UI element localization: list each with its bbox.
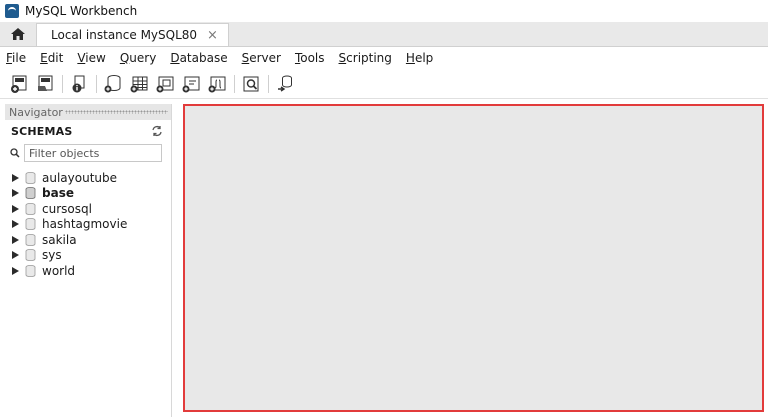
menu-scripting[interactable]: Scripting bbox=[333, 51, 398, 65]
database-icon bbox=[25, 187, 36, 200]
main-toolbar bbox=[0, 69, 768, 99]
schema-name: base bbox=[42, 186, 74, 201]
connection-tab-label: Local instance MySQL80 bbox=[51, 28, 198, 42]
navigator-panel: Navigator SCHEMAS Filter objects aulayou… bbox=[5, 104, 172, 417]
schema-item[interactable]: hashtagmovie bbox=[5, 217, 171, 233]
tab-strip: Local instance MySQL80 × bbox=[0, 22, 768, 47]
main-workspace-area[interactable] bbox=[183, 104, 764, 412]
expand-arrow-icon[interactable] bbox=[12, 251, 19, 260]
expand-arrow-icon[interactable] bbox=[12, 266, 19, 275]
database-icon bbox=[25, 249, 36, 262]
toolbar-separator bbox=[62, 74, 63, 93]
filter-row: Filter objects bbox=[5, 142, 171, 164]
reconnect-button[interactable] bbox=[274, 73, 296, 95]
navigator-title: Navigator bbox=[9, 105, 63, 119]
schema-name: aulayoutube bbox=[42, 170, 118, 185]
create-table-button[interactable] bbox=[128, 73, 150, 95]
create-function-icon bbox=[208, 76, 226, 92]
create-view-icon bbox=[156, 76, 174, 92]
create-table-icon bbox=[130, 76, 148, 92]
create-procedure-icon bbox=[182, 76, 200, 92]
expand-arrow-icon[interactable] bbox=[12, 235, 19, 244]
menu-file[interactable]: File bbox=[0, 51, 32, 65]
new-sql-tab-button[interactable] bbox=[8, 73, 30, 95]
database-icon bbox=[25, 218, 36, 231]
menu-server[interactable]: Server bbox=[236, 51, 287, 65]
expand-arrow-icon[interactable] bbox=[12, 220, 19, 229]
schema-item[interactable]: sys bbox=[5, 248, 171, 264]
database-icon bbox=[25, 264, 36, 277]
create-view-button[interactable] bbox=[154, 73, 176, 95]
create-procedure-button[interactable] bbox=[180, 73, 202, 95]
create-schema-button[interactable] bbox=[102, 73, 124, 95]
new-sql-tab-icon bbox=[11, 75, 27, 93]
inspector-button[interactable] bbox=[68, 73, 90, 95]
menu-help[interactable]: Help bbox=[400, 51, 439, 65]
schema-item[interactable]: base bbox=[5, 186, 171, 202]
expand-arrow-icon[interactable] bbox=[12, 189, 19, 198]
schema-name: sakila bbox=[42, 232, 77, 247]
open-sql-script-icon bbox=[38, 75, 53, 91]
database-icon bbox=[25, 233, 36, 246]
menu-database[interactable]: Database bbox=[164, 51, 233, 65]
expand-arrow-icon[interactable] bbox=[12, 173, 19, 182]
schema-item[interactable]: cursosql bbox=[5, 201, 171, 217]
menu-query[interactable]: Query bbox=[114, 51, 162, 65]
tab-local-instance[interactable]: Local instance MySQL80 × bbox=[36, 23, 229, 46]
close-icon[interactable]: × bbox=[207, 28, 218, 43]
schema-name: cursosql bbox=[42, 201, 92, 216]
mysql-workbench-logo-icon bbox=[5, 4, 19, 18]
navigator-header: Navigator bbox=[5, 104, 171, 120]
window-title: MySQL Workbench bbox=[25, 4, 138, 18]
database-icon bbox=[25, 171, 36, 184]
schema-name: hashtagmovie bbox=[42, 217, 128, 232]
home-icon bbox=[11, 28, 25, 40]
schema-tree: aulayoutube base cursosql hashtagmovie s… bbox=[5, 170, 171, 279]
schema-item[interactable]: sakila bbox=[5, 232, 171, 248]
inspector-icon bbox=[72, 75, 85, 92]
refresh-icon[interactable] bbox=[151, 125, 163, 137]
schemas-title: SCHEMAS bbox=[11, 124, 73, 138]
schema-item[interactable]: aulayoutube bbox=[5, 170, 171, 186]
toolbar-separator bbox=[268, 74, 269, 93]
schema-name: sys bbox=[42, 248, 62, 263]
search-icon bbox=[10, 148, 20, 158]
title-bar: MySQL Workbench bbox=[0, 0, 768, 22]
menu-edit[interactable]: Edit bbox=[34, 51, 69, 65]
search-table-data-icon bbox=[243, 76, 259, 91]
menu-tools[interactable]: Tools bbox=[289, 51, 331, 65]
open-sql-script-button[interactable] bbox=[34, 73, 56, 95]
expand-arrow-icon[interactable] bbox=[12, 204, 19, 213]
schemas-section-header: SCHEMAS bbox=[5, 120, 171, 142]
menu-bar: File Edit View Query Database Server Too… bbox=[0, 47, 768, 69]
toolbar-separator bbox=[234, 74, 235, 93]
menu-view[interactable]: View bbox=[71, 51, 111, 65]
reconnect-icon bbox=[278, 75, 292, 92]
create-schema-icon bbox=[104, 74, 121, 92]
filter-objects-input[interactable]: Filter objects bbox=[24, 144, 162, 162]
toolbar-separator bbox=[96, 74, 97, 93]
database-icon bbox=[25, 202, 36, 215]
home-tab[interactable] bbox=[0, 22, 36, 46]
search-table-data-button[interactable] bbox=[240, 73, 262, 95]
schema-item[interactable]: world bbox=[5, 263, 171, 279]
schema-name: world bbox=[42, 263, 76, 278]
create-function-button[interactable] bbox=[206, 73, 228, 95]
